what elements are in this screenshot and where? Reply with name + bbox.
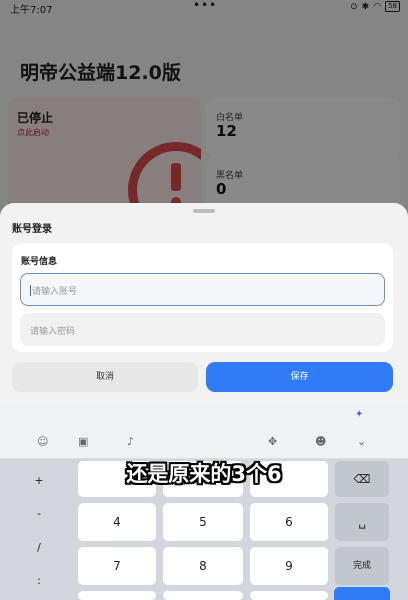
account-input[interactable]: 请输入账号	[20, 273, 385, 306]
space-key[interactable]: ␣	[335, 503, 389, 541]
symbol-key[interactable]: -	[8, 507, 70, 520]
key-row3-3[interactable]	[250, 591, 328, 600]
clipboard-icon[interactable]: ▣	[78, 435, 88, 448]
keyboard-logo-icon[interactable]: ✦	[355, 409, 363, 420]
video-subtitle: 还是原来的3个6	[126, 462, 282, 486]
key-9[interactable]: 9	[250, 547, 328, 585]
done-key[interactable]: 完成	[335, 547, 389, 585]
symbol-key[interactable]: :	[8, 574, 70, 587]
key-8[interactable]: 8	[163, 547, 243, 585]
login-bottom-sheet: 账号登录 账号信息 请输入账号 请输入密码 取消 保存	[0, 203, 408, 403]
password-placeholder: 请输入密码	[30, 327, 76, 337]
cancel-button[interactable]: 取消	[12, 362, 198, 392]
key-5[interactable]: 5	[163, 503, 243, 541]
collapse-keyboard-icon[interactable]: ⌄	[357, 435, 366, 448]
save-button[interactable]: 保存	[206, 362, 393, 392]
account-info-card: 账号信息 请输入账号 请输入密码	[12, 243, 393, 352]
key-6[interactable]: 6	[250, 503, 328, 541]
key-row3-1[interactable]	[78, 591, 156, 600]
key-row3-2[interactable]	[163, 591, 243, 600]
emoji-face-icon[interactable]: ☺	[37, 435, 48, 448]
sheet-drag-handle[interactable]	[193, 209, 215, 213]
keyboard-toolbar: ☺ ▣ ♪ ✥ ☻ ⌄	[0, 427, 408, 459]
account-placeholder: 请输入账号	[32, 287, 78, 297]
cursor-move-icon[interactable]: ✥	[268, 435, 277, 448]
section-title: 账号信息	[21, 257, 58, 267]
key-7[interactable]: 7	[78, 547, 156, 585]
smiley-icon[interactable]: ☻	[315, 435, 326, 448]
password-input[interactable]: 请输入密码	[20, 313, 385, 346]
numeric-keyboard: ✦ ☺ ▣ ♪ ✥ ☻ ⌄ + - / : ⌫ 4 5 6 ␣ 7 8 9 完成	[0, 403, 408, 600]
microphone-icon[interactable]: ♪	[127, 435, 134, 448]
symbol-key[interactable]: /	[8, 541, 70, 554]
text-caret	[30, 285, 31, 296]
dialog-title: 账号登录	[12, 224, 52, 235]
key-4[interactable]: 4	[78, 503, 156, 541]
confirm-key[interactable]	[334, 587, 390, 600]
keyboard-top-bar: ✦	[0, 403, 408, 427]
